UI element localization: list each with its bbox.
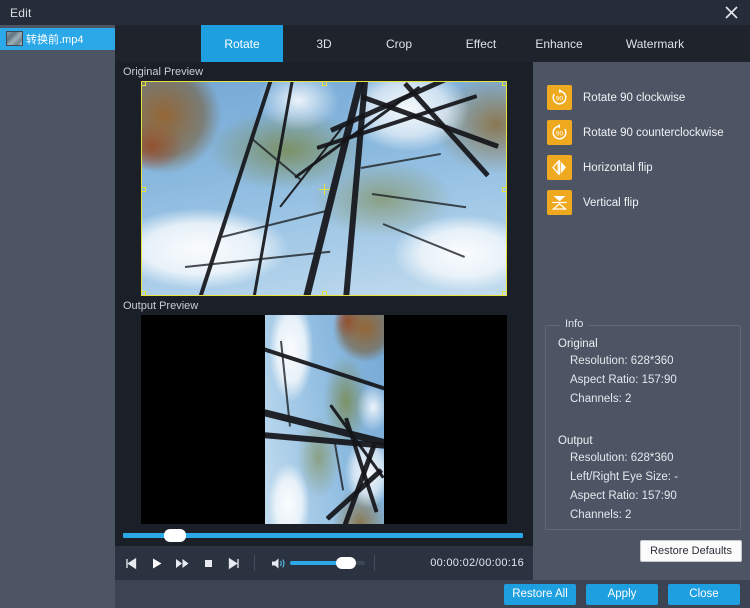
next-button[interactable]: [223, 552, 245, 574]
info-output-aspect-ratio: Aspect Ratio: 157:90: [570, 490, 677, 502]
title-bar: Edit: [0, 0, 750, 25]
tab-effect[interactable]: Effect: [445, 25, 517, 62]
rotate-90-clockwise-option[interactable]: 90 Rotate 90 clockwise: [547, 84, 750, 111]
vertical-flip-option[interactable]: Vertical flip: [547, 189, 750, 216]
original-preview-label: Original Preview: [123, 66, 204, 78]
edit-window: Edit 转换前.mp4 Rotate 3D Crop Effect Enhan…: [0, 0, 750, 608]
tab-crop[interactable]: Crop: [363, 25, 435, 62]
file-name-label: 转换前.mp4: [26, 34, 84, 46]
crop-handle-top-center[interactable]: [322, 81, 327, 86]
crop-handle-top-left[interactable]: [141, 81, 146, 86]
rotate-options-panel: 90 Rotate 90 clockwise 90 Rotate 90 coun…: [533, 62, 750, 580]
flip-horizontal-icon: [547, 155, 572, 180]
timecode-label: 00:00:02/00:00:16: [430, 557, 524, 569]
tab-rotate[interactable]: Rotate: [201, 25, 283, 62]
info-original-resolution: Resolution: 628*360: [570, 355, 674, 367]
restore-all-button[interactable]: Restore All: [504, 583, 576, 605]
crop-handle-bottom-center[interactable]: [322, 291, 327, 296]
editor-area: Original Preview Output Preview: [115, 62, 533, 580]
seek-thumb[interactable]: [164, 528, 186, 542]
close-button[interactable]: Close: [668, 583, 740, 605]
flip-vertical-icon: [547, 190, 572, 215]
speaker-icon[interactable]: [268, 552, 290, 574]
original-video-frame: [141, 81, 507, 296]
crop-handle-bottom-left[interactable]: [141, 291, 146, 296]
crop-handle-middle-right[interactable]: [502, 186, 507, 192]
crop-handle-top-right[interactable]: [502, 81, 507, 86]
output-preview-stage[interactable]: [141, 315, 507, 530]
output-preview-label: Output Preview: [123, 300, 199, 312]
svg-text:90: 90: [556, 130, 564, 137]
transport-bar: 00:00:02/00:00:16: [115, 546, 533, 580]
fast-forward-button[interactable]: [171, 552, 193, 574]
divider: [254, 555, 255, 571]
info-legend-label: Info: [560, 318, 589, 330]
tab-watermark[interactable]: Watermark: [605, 25, 705, 62]
restore-defaults-button[interactable]: Restore Defaults: [640, 540, 742, 562]
apply-button[interactable]: Apply: [586, 583, 658, 605]
original-preview-stage[interactable]: [141, 81, 507, 296]
divider: [374, 555, 375, 571]
info-original-heading: Original: [558, 338, 598, 350]
close-icon[interactable]: [712, 0, 750, 25]
svg-text:90: 90: [556, 95, 564, 102]
info-output-heading: Output: [558, 435, 593, 447]
seek-bar[interactable]: [123, 528, 523, 542]
rotate-option-label: Horizontal flip: [583, 161, 653, 174]
crop-handle-bottom-right[interactable]: [502, 291, 507, 296]
rotate-ccw-icon: 90: [547, 120, 572, 145]
info-original-aspect-ratio: Aspect Ratio: 157:90: [570, 374, 677, 386]
seek-bar-row: [115, 524, 533, 546]
play-button[interactable]: [145, 552, 167, 574]
video-thumbnail: [6, 31, 23, 46]
horizontal-flip-option[interactable]: Horizontal flip: [547, 154, 750, 181]
stop-button[interactable]: [197, 552, 219, 574]
rotate-option-label: Rotate 90 clockwise: [583, 91, 686, 104]
crop-handle-middle-left[interactable]: [141, 186, 146, 192]
tab-enhance[interactable]: Enhance: [517, 25, 601, 62]
info-output-eye-size: Left/Right Eye Size: -: [570, 471, 679, 483]
output-video-frame: [265, 315, 384, 530]
window-title: Edit: [10, 5, 32, 20]
tab-bar: Rotate 3D Crop Effect Enhance Watermark: [115, 25, 750, 62]
rotate-option-label: Vertical flip: [583, 196, 639, 209]
info-original-channels: Channels: 2: [570, 393, 632, 405]
list-item[interactable]: 转换前.mp4: [0, 28, 115, 50]
volume-thumb[interactable]: [336, 557, 356, 569]
rotate-cw-icon: 90: [547, 85, 572, 110]
rotate-options-list: 90 Rotate 90 clockwise 90 Rotate 90 coun…: [533, 62, 750, 216]
volume-slider[interactable]: [290, 557, 365, 569]
info-output-channels: Channels: 2: [570, 509, 632, 521]
file-list-sidebar: 转换前.mp4: [0, 25, 115, 608]
info-group: Info Original Resolution: 628*360 Aspect…: [545, 318, 741, 530]
rotate-option-label: Rotate 90 counterclockwise: [583, 126, 724, 139]
info-output-resolution: Resolution: 628*360: [570, 452, 674, 464]
footer-bar: Restore All Apply Close: [115, 580, 750, 608]
tab-3d[interactable]: 3D: [293, 25, 355, 62]
previous-button[interactable]: [119, 552, 141, 574]
rotate-90-counterclockwise-option[interactable]: 90 Rotate 90 counterclockwise: [547, 119, 750, 146]
